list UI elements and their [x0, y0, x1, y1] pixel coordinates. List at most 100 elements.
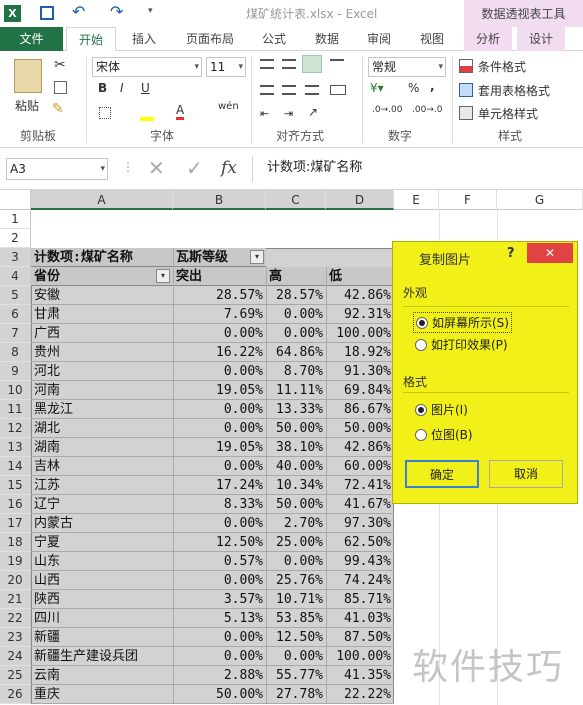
decrease-decimal-icon[interactable]: .00→.0: [412, 105, 442, 115]
column-header-f[interactable]: F: [439, 190, 497, 210]
province-cell[interactable]: 湖南: [34, 438, 172, 457]
cancel-button[interactable]: 取消: [489, 460, 563, 488]
name-box[interactable]: A3 ▾: [6, 158, 108, 180]
province-cell[interactable]: 陕西: [34, 590, 172, 609]
value-cell-low[interactable]: 91.30%: [327, 362, 394, 381]
bold-button[interactable]: B: [98, 81, 107, 95]
value-cell-low[interactable]: 42.86%: [327, 286, 394, 305]
value-cell-low[interactable]: 41.03%: [327, 609, 394, 628]
select-all-corner[interactable]: [0, 190, 31, 210]
align-left-icon[interactable]: [260, 85, 274, 95]
font-name-combo[interactable]: 宋体 ▾: [92, 57, 202, 77]
province-cell[interactable]: 安徽: [34, 286, 172, 305]
province-cell[interactable]: 河南: [34, 381, 172, 400]
value-cell-high[interactable]: 8.70%: [267, 362, 326, 381]
indent-decrease-icon[interactable]: ⇤: [260, 107, 269, 120]
tab-insert[interactable]: 插入: [122, 27, 166, 51]
pivot-column-field[interactable]: 瓦斯等级: [176, 248, 228, 267]
pivot-row-field[interactable]: 省份: [34, 267, 60, 286]
radio-bitmap[interactable]: 位图(B): [415, 426, 473, 443]
value-cell-outburst[interactable]: 0.00%: [174, 514, 266, 533]
value-cell-outburst[interactable]: 0.00%: [174, 362, 266, 381]
province-cell[interactable]: 内蒙古: [34, 514, 172, 533]
value-cell-outburst[interactable]: 16.22%: [174, 343, 266, 362]
province-cell[interactable]: 辽宁: [34, 495, 172, 514]
cut-icon[interactable]: ✂: [54, 57, 66, 73]
font-size-combo[interactable]: 11 ▾: [206, 57, 246, 77]
province-cell[interactable]: 黑龙江: [34, 400, 172, 419]
table-format-icon[interactable]: [459, 83, 473, 97]
value-cell-low[interactable]: 74.24%: [327, 571, 394, 590]
value-cell-high[interactable]: 64.86%: [267, 343, 326, 362]
row-header[interactable]: 5: [0, 286, 31, 305]
row-header[interactable]: 12: [0, 419, 31, 438]
value-cell-high[interactable]: 10.71%: [267, 590, 326, 609]
value-cell-high[interactable]: 10.34%: [267, 476, 326, 495]
filter-dropdown-icon[interactable]: ▾: [250, 250, 264, 264]
value-cell-high[interactable]: 2.70%: [267, 514, 326, 533]
value-cell-high[interactable]: 25.00%: [267, 533, 326, 552]
row-header[interactable]: 1: [0, 210, 31, 229]
row-header[interactable]: 13: [0, 438, 31, 457]
tab-data[interactable]: 数据: [306, 27, 348, 51]
redo-icon[interactable]: ↷: [110, 2, 123, 21]
row-header[interactable]: 24: [0, 647, 31, 666]
column-header-g[interactable]: G: [497, 190, 583, 210]
value-cell-high[interactable]: 0.00%: [267, 305, 326, 324]
value-cell-high[interactable]: 50.00%: [267, 495, 326, 514]
province-cell[interactable]: 新疆生产建设兵团: [34, 647, 172, 666]
column-header-e[interactable]: E: [394, 190, 439, 210]
column-header-b[interactable]: B: [173, 190, 266, 210]
orientation-icon[interactable]: ↗: [308, 105, 318, 119]
filter-dropdown-icon[interactable]: ▾: [156, 269, 170, 283]
row-header[interactable]: 23: [0, 628, 31, 647]
number-format-combo[interactable]: 常规 ▾: [368, 57, 446, 77]
province-cell[interactable]: 广西: [34, 324, 172, 343]
province-cell[interactable]: 新疆: [34, 628, 172, 647]
value-cell-low[interactable]: 69.84%: [327, 381, 394, 400]
row-header[interactable]: 2: [0, 229, 31, 248]
row-header[interactable]: 10: [0, 381, 31, 400]
font-color-button[interactable]: A: [176, 103, 185, 120]
align-center-icon[interactable]: [282, 85, 296, 95]
value-cell-high[interactable]: 27.78%: [267, 685, 326, 704]
column-header-a[interactable]: A: [31, 190, 173, 210]
value-cell-outburst[interactable]: 19.05%: [174, 438, 266, 457]
value-cell-outburst[interactable]: 17.24%: [174, 476, 266, 495]
province-cell[interactable]: 重庆: [34, 685, 172, 704]
value-cell-low[interactable]: 87.50%: [327, 628, 394, 647]
value-cell-high[interactable]: 38.10%: [267, 438, 326, 457]
copy-icon[interactable]: [54, 81, 67, 94]
value-cell-high[interactable]: 0.00%: [267, 324, 326, 343]
value-cell-low[interactable]: 50.00%: [327, 419, 394, 438]
value-cell-high[interactable]: 0.00%: [267, 552, 326, 571]
tab-home[interactable]: 开始: [66, 27, 116, 52]
borders-icon[interactable]: [99, 107, 111, 119]
align-middle-icon[interactable]: [282, 59, 296, 69]
value-cell-outburst[interactable]: 0.00%: [174, 647, 266, 666]
value-cell-low[interactable]: 22.22%: [327, 685, 394, 704]
province-cell[interactable]: 江苏: [34, 476, 172, 495]
save-icon[interactable]: [40, 6, 54, 20]
value-cell-high[interactable]: 11.11%: [267, 381, 326, 400]
row-header[interactable]: 26: [0, 685, 31, 704]
value-cell-outburst[interactable]: 0.00%: [174, 324, 266, 343]
tab-review[interactable]: 审阅: [358, 27, 400, 51]
value-cell-high[interactable]: 13.33%: [267, 400, 326, 419]
value-cell-high[interactable]: 0.00%: [267, 647, 326, 666]
paste-label[interactable]: 粘贴: [15, 97, 39, 114]
row-header[interactable]: 11: [0, 400, 31, 419]
radio-picture[interactable]: 图片(I): [415, 401, 468, 418]
value-cell-low[interactable]: 92.31%: [327, 305, 394, 324]
italic-button[interactable]: I: [120, 81, 124, 95]
row-header[interactable]: 14: [0, 457, 31, 476]
province-cell[interactable]: 甘肃: [34, 305, 172, 324]
value-cell-low[interactable]: 97.30%: [327, 514, 394, 533]
value-cell-outburst[interactable]: 8.33%: [174, 495, 266, 514]
row-header[interactable]: 8: [0, 343, 31, 362]
row-header[interactable]: 9: [0, 362, 31, 381]
row-header[interactable]: 16: [0, 495, 31, 514]
value-cell-outburst[interactable]: 19.05%: [174, 381, 266, 400]
row-header[interactable]: 18: [0, 533, 31, 552]
row-header[interactable]: 3: [0, 248, 31, 267]
